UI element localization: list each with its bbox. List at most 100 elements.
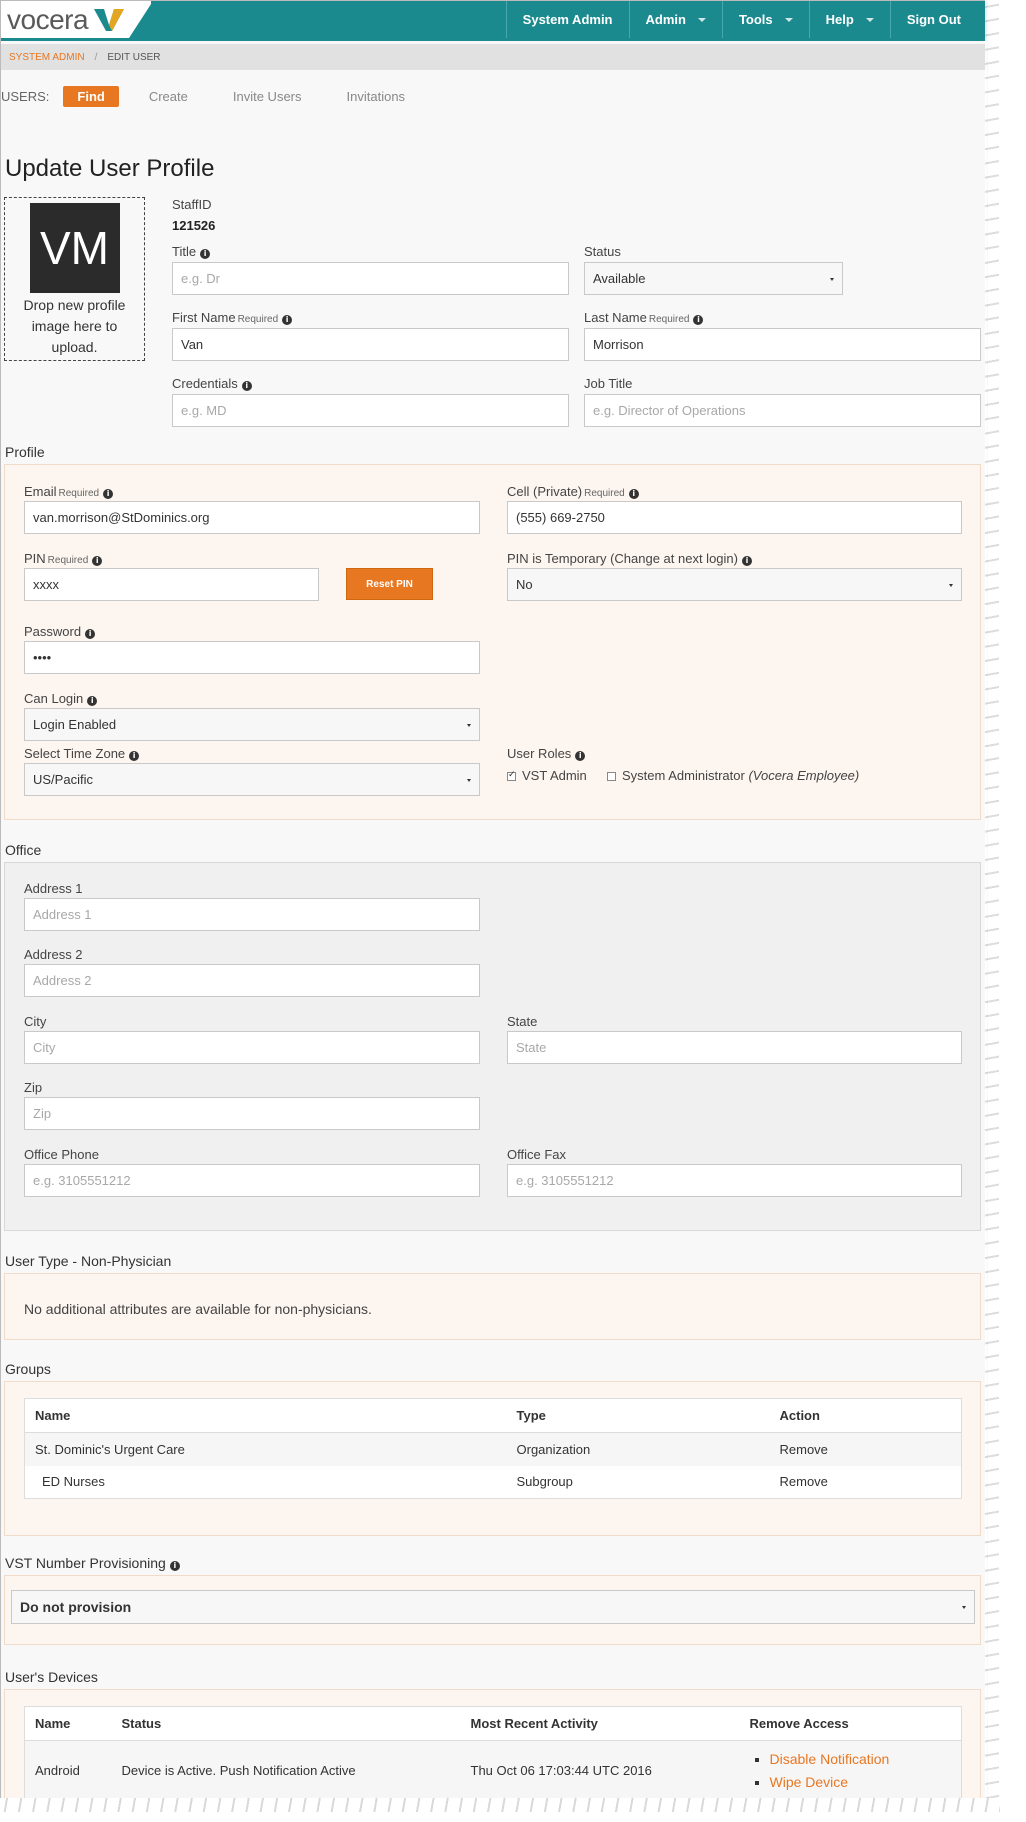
nav-label: Help	[825, 12, 854, 27]
time-zone-select[interactable]: US/Pacific	[24, 763, 480, 796]
page: vocera System Admin Admin Tools Help Sig…	[0, 0, 988, 1805]
info-icon[interactable]: i	[169, 1561, 180, 1571]
email-field[interactable]: van.morrison@StDominics.org	[24, 501, 480, 534]
job-title-label: Job Title	[584, 376, 633, 391]
select-caret-icon	[949, 584, 953, 587]
nav-help[interactable]: Help	[808, 1, 890, 38]
pin-temporary-label: PIN is Temporary (Change at next login) i	[507, 551, 752, 566]
role-vst-admin[interactable]: VST Admin	[507, 768, 587, 783]
subnav-find[interactable]: Find	[63, 85, 119, 107]
table-row: ED Nurses Subgroup Remove	[25, 1466, 962, 1499]
subnav-invitations[interactable]: Invitations	[347, 89, 406, 104]
state-field[interactable]: State	[507, 1031, 962, 1064]
label-text: Password	[24, 624, 82, 639]
address1-field[interactable]: Address 1	[24, 898, 480, 931]
pin-field[interactable]: xxxx	[24, 568, 319, 601]
disable-notification-link[interactable]: Disable Notification	[770, 1751, 890, 1767]
first-name-label: First Name Required i	[172, 310, 293, 325]
can-login-select[interactable]: Login Enabled	[24, 708, 480, 741]
zip-field[interactable]: Zip	[24, 1097, 480, 1130]
user-type-message: No additional attributes are available f…	[24, 1301, 372, 1317]
column-header: Most Recent Activity	[460, 1706, 740, 1741]
label-text: Title	[172, 244, 197, 259]
vst-admin-checkbox[interactable]	[507, 769, 516, 781]
role-note: (Vocera Employee)	[748, 768, 860, 783]
breadcrumb-system-admin[interactable]: SYSTEM ADMIN	[9, 52, 85, 63]
role-label: System Administrator	[622, 768, 745, 783]
nav-system-admin[interactable]: System Admin	[505, 1, 629, 38]
nav-label: Sign Out	[906, 12, 961, 27]
column-header: Name	[24, 1706, 112, 1741]
info-icon[interactable]: i	[628, 489, 639, 499]
status-select[interactable]: Available	[584, 262, 843, 295]
remove-group-link[interactable]: Remove	[769, 1432, 962, 1466]
column-header: Action	[769, 1398, 962, 1433]
breadcrumb-separator: /	[94, 51, 98, 63]
select-value: Login Enabled	[33, 717, 117, 732]
label-text: Cell (Private)	[507, 484, 583, 499]
credentials-field[interactable]: e.g. MD	[172, 394, 569, 427]
subnav-invite-users[interactable]: Invite Users	[233, 89, 302, 104]
role-system-administrator[interactable]: System Administrator (Vocera Employee)	[607, 768, 859, 783]
group-name: ED Nurses	[42, 1474, 105, 1490]
reset-pin-button[interactable]: Reset PIN	[346, 568, 433, 600]
device-name: Android	[24, 1740, 112, 1801]
title-field[interactable]: e.g. Dr	[172, 262, 569, 295]
remove-group-link[interactable]: Remove	[770, 1466, 962, 1499]
column-header: Name	[24, 1398, 507, 1433]
required-tag: Required	[648, 314, 690, 325]
table-row: St. Dominic's Urgent Care Organization R…	[24, 1432, 962, 1466]
nav-admin[interactable]: Admin	[628, 1, 722, 38]
info-icon[interactable]: i	[103, 489, 114, 499]
group-type: Subgroup	[516, 1474, 573, 1490]
device-actions: Disable Notification Wipe Device	[739, 1740, 962, 1801]
vocera-logo[interactable]: vocera	[7, 4, 126, 35]
table-header-row: Name Type Action	[24, 1398, 962, 1433]
info-icon[interactable]: i	[575, 751, 586, 761]
last-name-label: Last Name Required i	[584, 310, 704, 325]
info-icon[interactable]: i	[85, 629, 96, 639]
caret-down-icon	[697, 17, 706, 22]
office-fax-field[interactable]: e.g. 3105551212	[507, 1164, 962, 1197]
groups-table: Name Type Action St. Dominic's Urgent Ca…	[24, 1398, 962, 1499]
info-icon[interactable]: i	[693, 315, 704, 325]
required-tag: Required	[58, 488, 100, 499]
address2-label: Address 2	[24, 947, 83, 962]
role-label: VST Admin	[522, 768, 587, 783]
city-field[interactable]: City	[24, 1031, 480, 1064]
last-name-field[interactable]: Morrison	[584, 328, 981, 361]
info-icon[interactable]: i	[200, 249, 211, 259]
table-row: Android Device is Active. Push Notificat…	[24, 1740, 962, 1801]
profile-image-dropzone[interactable]: VM Drop new profile image here to upload…	[4, 197, 145, 361]
subnav-create[interactable]: Create	[149, 89, 188, 104]
address2-field[interactable]: Address 2	[24, 964, 480, 997]
device-actions-list: Disable Notification Wipe Device	[750, 1748, 952, 1794]
info-icon[interactable]: i	[241, 381, 252, 391]
select-caret-icon	[467, 724, 471, 727]
office-phone-label: Office Phone	[24, 1147, 99, 1162]
breadcrumb: SYSTEM ADMIN / EDIT USER	[1, 44, 987, 70]
info-icon[interactable]: i	[741, 556, 752, 566]
cell-field[interactable]: (555) 669-2750	[507, 501, 962, 534]
user-type-section-title: User Type - Non-Physician	[5, 1253, 172, 1269]
office-fax-label: Office Fax	[507, 1147, 567, 1162]
wipe-device-link[interactable]: Wipe Device	[770, 1774, 849, 1790]
nav-tools[interactable]: Tools	[721, 1, 809, 38]
vst-provisioning-select[interactable]: Do not provision	[11, 1590, 975, 1624]
nav-label: System Admin	[522, 12, 613, 27]
password-label: Password i	[24, 624, 96, 639]
system-administrator-checkbox[interactable]	[607, 772, 616, 781]
job-title-field[interactable]: e.g. Director of Operations	[584, 394, 981, 427]
first-name-field[interactable]: Van	[172, 328, 569, 361]
info-icon[interactable]: i	[282, 315, 293, 325]
office-phone-field[interactable]: e.g. 3105551212	[24, 1164, 480, 1197]
can-login-label: Can Login i	[24, 691, 98, 706]
nav-sign-out[interactable]: Sign Out	[889, 1, 987, 38]
column-header: Remove Access	[739, 1706, 962, 1741]
address1-label: Address 1	[24, 881, 83, 896]
info-icon[interactable]: i	[92, 556, 103, 566]
password-field[interactable]: ••••	[24, 641, 480, 674]
info-icon[interactable]: i	[87, 696, 98, 706]
pin-temporary-select[interactable]: No	[507, 568, 962, 601]
info-icon[interactable]: i	[129, 751, 140, 761]
